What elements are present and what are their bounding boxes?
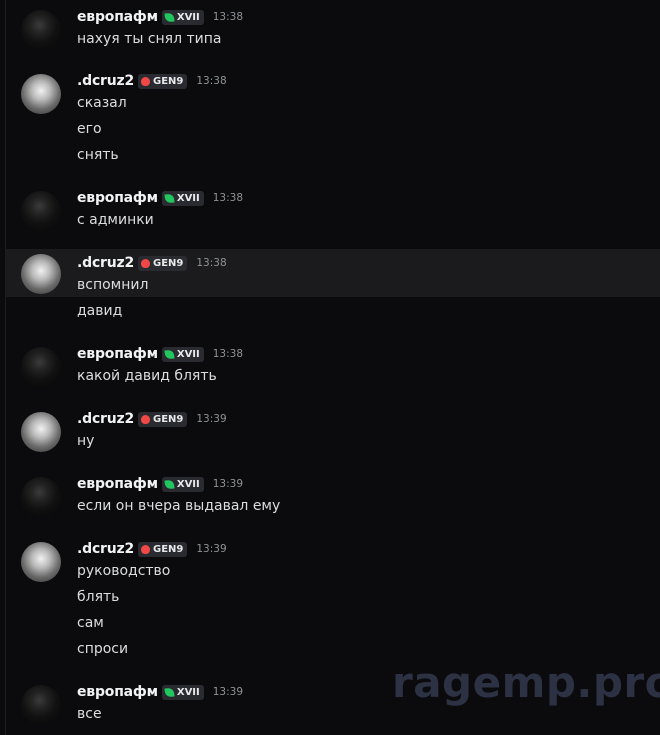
avatar[interactable]: [21, 191, 61, 231]
leaf-icon: [164, 348, 175, 360]
leaf-icon: [164, 478, 175, 490]
message-text: нахуя ты снял типа: [77, 31, 222, 47]
pig-icon: [141, 258, 150, 268]
message-header: .dcruz2 GEN9 13:38: [77, 254, 227, 272]
pig-icon: [141, 544, 150, 554]
message-header: .dcruz2 GEN9 13:39: [77, 410, 227, 428]
timestamp: 13:39: [212, 686, 244, 698]
message-text: спроси: [77, 641, 129, 657]
message-group[interactable]: европафм XVII 13:39 если он вчера выдава…: [5, 475, 660, 519]
role-tag-label: XVII: [176, 192, 200, 204]
message-text: какой давид блять: [77, 368, 217, 384]
chat-messages-area: европафм XVII 13:38 нахуя ты снял типа .…: [0, 0, 660, 735]
role-tag[interactable]: GEN9: [138, 541, 188, 557]
role-tag-label: GEN9: [153, 75, 184, 87]
role-tag-label: XVII: [176, 11, 200, 23]
timestamp: 13:38: [212, 11, 244, 23]
message-group[interactable]: .dcruz2 GEN9 13:38 сказал его снять: [5, 72, 660, 168]
message-header: .dcruz2 GEN9 13:39: [77, 540, 227, 558]
message-text: если он вчера выдавал ему: [77, 498, 281, 514]
avatar[interactable]: [21, 412, 61, 452]
leaf-icon: [164, 11, 175, 23]
username[interactable]: европафм: [77, 476, 158, 492]
role-tag-label: XVII: [176, 478, 200, 490]
message-text: с админки: [77, 212, 154, 228]
role-tag-label: XVII: [176, 348, 200, 360]
avatar[interactable]: [21, 254, 61, 294]
message-header: европафм XVII 13:38: [77, 8, 243, 26]
message-text: его: [77, 121, 102, 137]
message-header: европафм XVII 13:38: [77, 189, 243, 207]
role-tag[interactable]: XVII: [161, 476, 204, 492]
message-text: руководство: [77, 563, 171, 579]
leaf-icon: [164, 192, 175, 204]
avatar[interactable]: [21, 347, 61, 387]
message-text: сказал: [77, 95, 127, 111]
timestamp: 13:38: [196, 257, 227, 269]
role-tag[interactable]: XVII: [161, 346, 204, 362]
message-text: снять: [77, 147, 119, 163]
timestamp: 13:39: [212, 478, 244, 490]
role-tag[interactable]: XVII: [161, 684, 204, 700]
timestamp: 13:38: [212, 192, 244, 204]
username[interactable]: европафм: [77, 190, 158, 206]
message-text: все: [77, 706, 102, 722]
message-group[interactable]: европафм XVII 13:38 какой давид блять: [5, 345, 660, 389]
timestamp: 13:38: [212, 348, 244, 360]
message-text: сам: [77, 615, 104, 631]
message-header: европафм XVII 13:38: [77, 345, 243, 363]
message-group[interactable]: европафм XVII 13:38 нахуя ты снял типа: [5, 8, 660, 52]
message-header: .dcruz2 GEN9 13:38: [77, 72, 227, 90]
message-group[interactable]: европафм XVII 13:38 с админки: [5, 189, 660, 233]
watermark: ragemp.pro: [392, 658, 660, 707]
message-continuation[interactable]: давид: [5, 297, 660, 327]
avatar[interactable]: [21, 685, 61, 725]
message-text: блять: [77, 589, 120, 605]
timestamp: 13:38: [196, 75, 227, 87]
username[interactable]: европафм: [77, 684, 158, 700]
message-header: европафм XVII 13:39: [77, 683, 243, 701]
leaf-icon: [164, 686, 175, 698]
username[interactable]: .dcruz2: [77, 411, 134, 427]
avatar[interactable]: [21, 74, 61, 114]
avatar[interactable]: [21, 542, 61, 582]
role-tag[interactable]: GEN9: [138, 255, 188, 271]
avatar[interactable]: [21, 10, 61, 50]
message-group[interactable]: .dcruz2 GEN9 13:38 вспомнил: [5, 249, 660, 297]
role-tag[interactable]: XVII: [161, 9, 204, 25]
message-group[interactable]: .dcruz2 GEN9 13:39 руководство блять сам…: [5, 540, 660, 662]
timestamp: 13:39: [196, 543, 227, 555]
message-text: ну: [77, 433, 95, 449]
message-header: европафм XVII 13:39: [77, 475, 243, 493]
role-tag[interactable]: XVII: [161, 190, 204, 206]
username[interactable]: .dcruz2: [77, 73, 134, 89]
role-tag[interactable]: GEN9: [138, 411, 188, 427]
message-text: вспомнил: [77, 277, 149, 293]
pig-icon: [141, 76, 150, 86]
username[interactable]: .dcruz2: [77, 255, 134, 271]
role-tag-label: XVII: [176, 686, 200, 698]
pig-icon: [141, 414, 150, 424]
message-group[interactable]: .dcruz2 GEN9 13:39 ну: [5, 410, 660, 454]
username[interactable]: .dcruz2: [77, 541, 134, 557]
avatar[interactable]: [21, 477, 61, 517]
message-text: давид: [77, 303, 123, 319]
role-tag-label: GEN9: [153, 543, 184, 555]
username[interactable]: европафм: [77, 9, 158, 25]
timestamp: 13:39: [196, 413, 227, 425]
role-tag-label: GEN9: [153, 257, 184, 269]
role-tag-label: GEN9: [153, 413, 184, 425]
username[interactable]: европафм: [77, 346, 158, 362]
role-tag[interactable]: GEN9: [138, 73, 188, 89]
